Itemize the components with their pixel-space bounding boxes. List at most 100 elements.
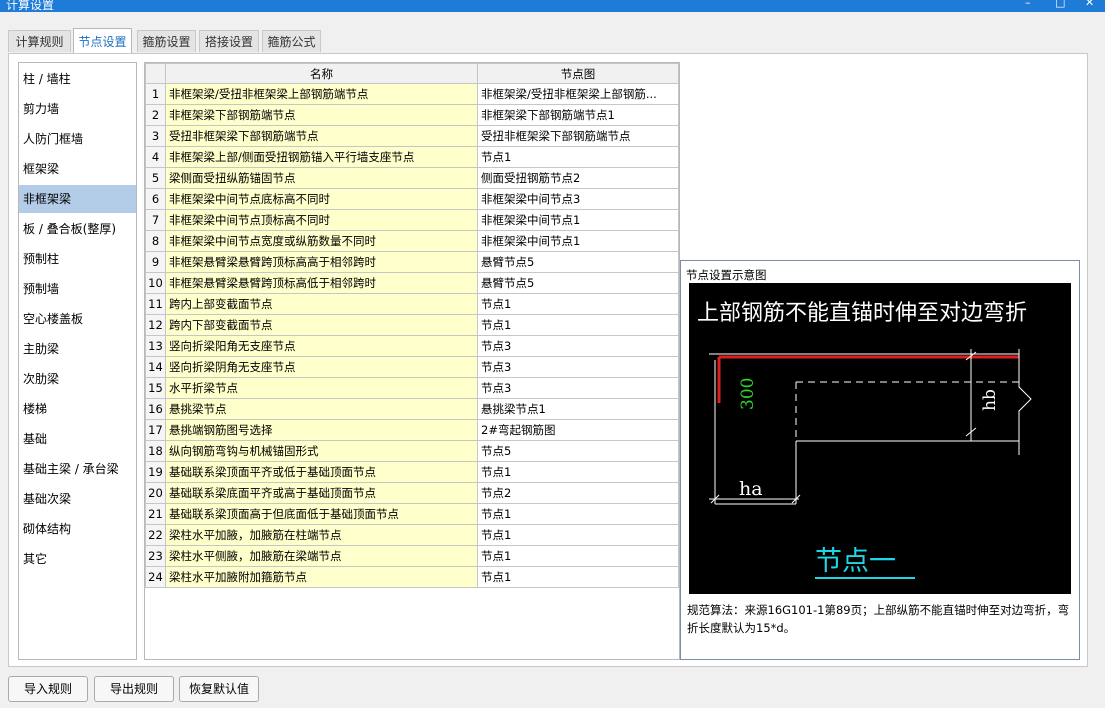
node-table-panel: 名称 节点图 1 非框架梁/受扭非框架梁上部钢筋端节点 非框架梁/受扭非框架梁上部钢…: [144, 62, 680, 660]
row-node-value[interactable]: 节点1: [477, 293, 679, 315]
category-item[interactable]: 次肋梁: [19, 365, 136, 393]
row-node-value[interactable]: 非框架梁中间节点1: [477, 209, 679, 231]
row-node-value[interactable]: 节点1: [477, 545, 679, 567]
window-title: 计算设置: [6, 0, 55, 12]
category-item[interactable]: 其它: [19, 545, 136, 573]
category-item[interactable]: 框架梁: [19, 155, 136, 183]
table-row[interactable]: 22 梁柱水平加腋，加腋筋在柱端节点 节点1: [145, 524, 679, 546]
title-bar: 计算设置 – □ ✕: [0, 0, 1105, 12]
row-node-value[interactable]: 悬臂节点5: [477, 272, 679, 294]
table-row[interactable]: 21 基础联系梁顶面高于但底面低于基础顶面节点 节点1: [145, 503, 679, 525]
row-name: 基础联系梁底面平齐或高于基础顶面节点: [165, 482, 478, 504]
maximize-icon[interactable]: □: [1055, 0, 1065, 9]
row-node-value[interactable]: 节点1: [477, 314, 679, 336]
rule-description: 规范算法：来源16G101-1第89页；上部纵筋不能直锚时伸至对边弯折，弯折长度…: [687, 603, 1070, 635]
row-node-value[interactable]: 非框架梁下部钢筋端节点1: [477, 104, 679, 126]
tab-calc-rules[interactable]: 计算规则: [8, 30, 71, 52]
row-index: 12: [145, 314, 166, 336]
category-item[interactable]: 砌体结构: [19, 515, 136, 543]
category-item[interactable]: 空心楼盖板: [19, 305, 136, 333]
row-node-value[interactable]: 节点1: [477, 524, 679, 546]
row-node-value[interactable]: 侧面受扭钢筋节点2: [477, 167, 679, 189]
table-row[interactable]: 3 受扭非框架梁下部钢筋端节点 受扭非框架梁下部钢筋端节点: [145, 125, 679, 147]
minimize-icon[interactable]: –: [1025, 0, 1031, 9]
category-item[interactable]: 预制柱: [19, 245, 136, 273]
row-node-value[interactable]: 节点2: [477, 482, 679, 504]
table-row[interactable]: 12 跨内下部变截面节点 节点1: [145, 314, 679, 336]
row-node-value[interactable]: 节点5: [477, 440, 679, 462]
table-row[interactable]: 6 非框架梁中间节点底标高不同时 非框架梁中间节点3: [145, 188, 679, 210]
category-item[interactable]: 基础: [19, 425, 136, 453]
table-row[interactable]: 20 基础联系梁底面平齐或高于基础顶面节点 节点2: [145, 482, 679, 504]
row-node-value[interactable]: 节点1: [477, 461, 679, 483]
category-item[interactable]: 非框架梁: [19, 185, 136, 213]
table-row[interactable]: 1 非框架梁/受扭非框架梁上部钢筋端节点 非框架梁/受扭非框架梁上部钢筋...: [145, 83, 679, 105]
row-node-value[interactable]: 非框架梁中间节点1: [477, 230, 679, 252]
table-row[interactable]: 4 非框架梁上部/侧面受扭钢筋锚入平行墙支座节点 节点1: [145, 146, 679, 168]
row-name: 梁侧面受扭纵筋锚固节点: [165, 167, 478, 189]
table-row[interactable]: 17 悬挑端钢筋图号选择 2#弯起钢筋图: [145, 419, 679, 441]
row-name: 水平折梁节点: [165, 377, 478, 399]
table-header-row: 名称 节点图: [145, 63, 679, 84]
tab-stirrup-formula[interactable]: 箍筋公式: [262, 30, 321, 52]
row-node-value[interactable]: 悬臂节点5: [477, 251, 679, 273]
row-node-value[interactable]: 节点3: [477, 335, 679, 357]
header-index: [145, 63, 166, 84]
row-index: 4: [145, 146, 166, 168]
table-row[interactable]: 24 梁柱水平加腋附加箍筋节点 节点1: [145, 566, 679, 588]
table-row[interactable]: 19 基础联系梁顶面平齐或低于基础顶面节点 节点1: [145, 461, 679, 483]
category-item[interactable]: 基础次梁: [19, 485, 136, 513]
header-name[interactable]: 名称: [165, 63, 478, 84]
table-row[interactable]: 23 梁柱水平侧腋，加腋筋在梁端节点 节点1: [145, 545, 679, 567]
row-node-value[interactable]: 节点3: [477, 377, 679, 399]
category-item[interactable]: 楼梯: [19, 395, 136, 423]
row-name: 非框架梁中间节点顶标高不同时: [165, 209, 478, 231]
restore-defaults-button[interactable]: 恢复默认值: [179, 676, 259, 702]
export-rules-button[interactable]: 导出规则: [94, 676, 174, 702]
table-row[interactable]: 9 非框架悬臂梁悬臂跨顶标高高于相邻跨时 悬臂节点5: [145, 251, 679, 273]
table-row[interactable]: 10 非框架悬臂梁悬臂跨顶标高低于相邻跨时 悬臂节点5: [145, 272, 679, 294]
category-item[interactable]: 人防门框墙: [19, 125, 136, 153]
row-node-value[interactable]: 节点1: [477, 566, 679, 588]
row-node-value[interactable]: 2#弯起钢筋图: [477, 419, 679, 441]
table-row[interactable]: 2 非框架梁下部钢筋端节点 非框架梁下部钢筋端节点1: [145, 104, 679, 126]
table-row[interactable]: 14 竖向折梁阴角无支座节点 节点3: [145, 356, 679, 378]
row-index: 17: [145, 419, 166, 441]
table-row[interactable]: 11 跨内上部变截面节点 节点1: [145, 293, 679, 315]
row-node-value[interactable]: 节点1: [477, 503, 679, 525]
category-item[interactable]: 基础主梁 / 承台梁: [19, 455, 136, 483]
import-rules-button[interactable]: 导入规则: [8, 676, 88, 702]
row-node-value[interactable]: 节点3: [477, 356, 679, 378]
row-index: 1: [145, 83, 166, 105]
category-item[interactable]: 柱 / 墙柱: [19, 65, 136, 93]
row-name: 跨内上部变截面节点: [165, 293, 478, 315]
table-row[interactable]: 15 水平折梁节点 节点3: [145, 377, 679, 399]
category-item[interactable]: 剪力墙: [19, 95, 136, 123]
row-index: 16: [145, 398, 166, 420]
table-row[interactable]: 18 纵向钢筋弯钩与机械锚固形式 节点5: [145, 440, 679, 462]
header-node-diagram[interactable]: 节点图: [477, 63, 679, 84]
tab-lap-settings[interactable]: 搭接设置: [199, 30, 259, 52]
table-row[interactable]: 16 悬挑梁节点 悬挑梁节点1: [145, 398, 679, 420]
row-name: 悬挑端钢筋图号选择: [165, 419, 478, 441]
table-row[interactable]: 13 竖向折梁阳角无支座节点 节点3: [145, 335, 679, 357]
row-node-value[interactable]: 受扭非框架梁下部钢筋端节点: [477, 125, 679, 147]
tab-node-settings[interactable]: 节点设置: [73, 28, 132, 53]
tab-stirrup-settings[interactable]: 箍筋设置: [137, 30, 196, 52]
table-row[interactable]: 5 梁侧面受扭纵筋锚固节点 侧面受扭钢筋节点2: [145, 167, 679, 189]
category-item[interactable]: 板 / 叠合板(整厚): [19, 215, 136, 243]
row-node-value[interactable]: 非框架梁/受扭非框架梁上部钢筋...: [477, 83, 679, 105]
row-index: 21: [145, 503, 166, 525]
bend-length-label: 300: [738, 378, 758, 410]
row-index: 3: [145, 125, 166, 147]
row-node-value[interactable]: 非框架梁中间节点3: [477, 188, 679, 210]
close-icon[interactable]: ✕: [1085, 0, 1094, 9]
row-node-value[interactable]: 节点1: [477, 146, 679, 168]
category-item[interactable]: 主肋梁: [19, 335, 136, 363]
table-row[interactable]: 7 非框架梁中间节点顶标高不同时 非框架梁中间节点1: [145, 209, 679, 231]
category-item[interactable]: 预制墙: [19, 275, 136, 303]
row-name: 非框架梁下部钢筋端节点: [165, 104, 478, 126]
table-row[interactable]: 8 非框架梁中间节点宽度或纵筋数量不同时 非框架梁中间节点1: [145, 230, 679, 252]
row-node-value[interactable]: 悬挑梁节点1: [477, 398, 679, 420]
row-index: 11: [145, 293, 166, 315]
